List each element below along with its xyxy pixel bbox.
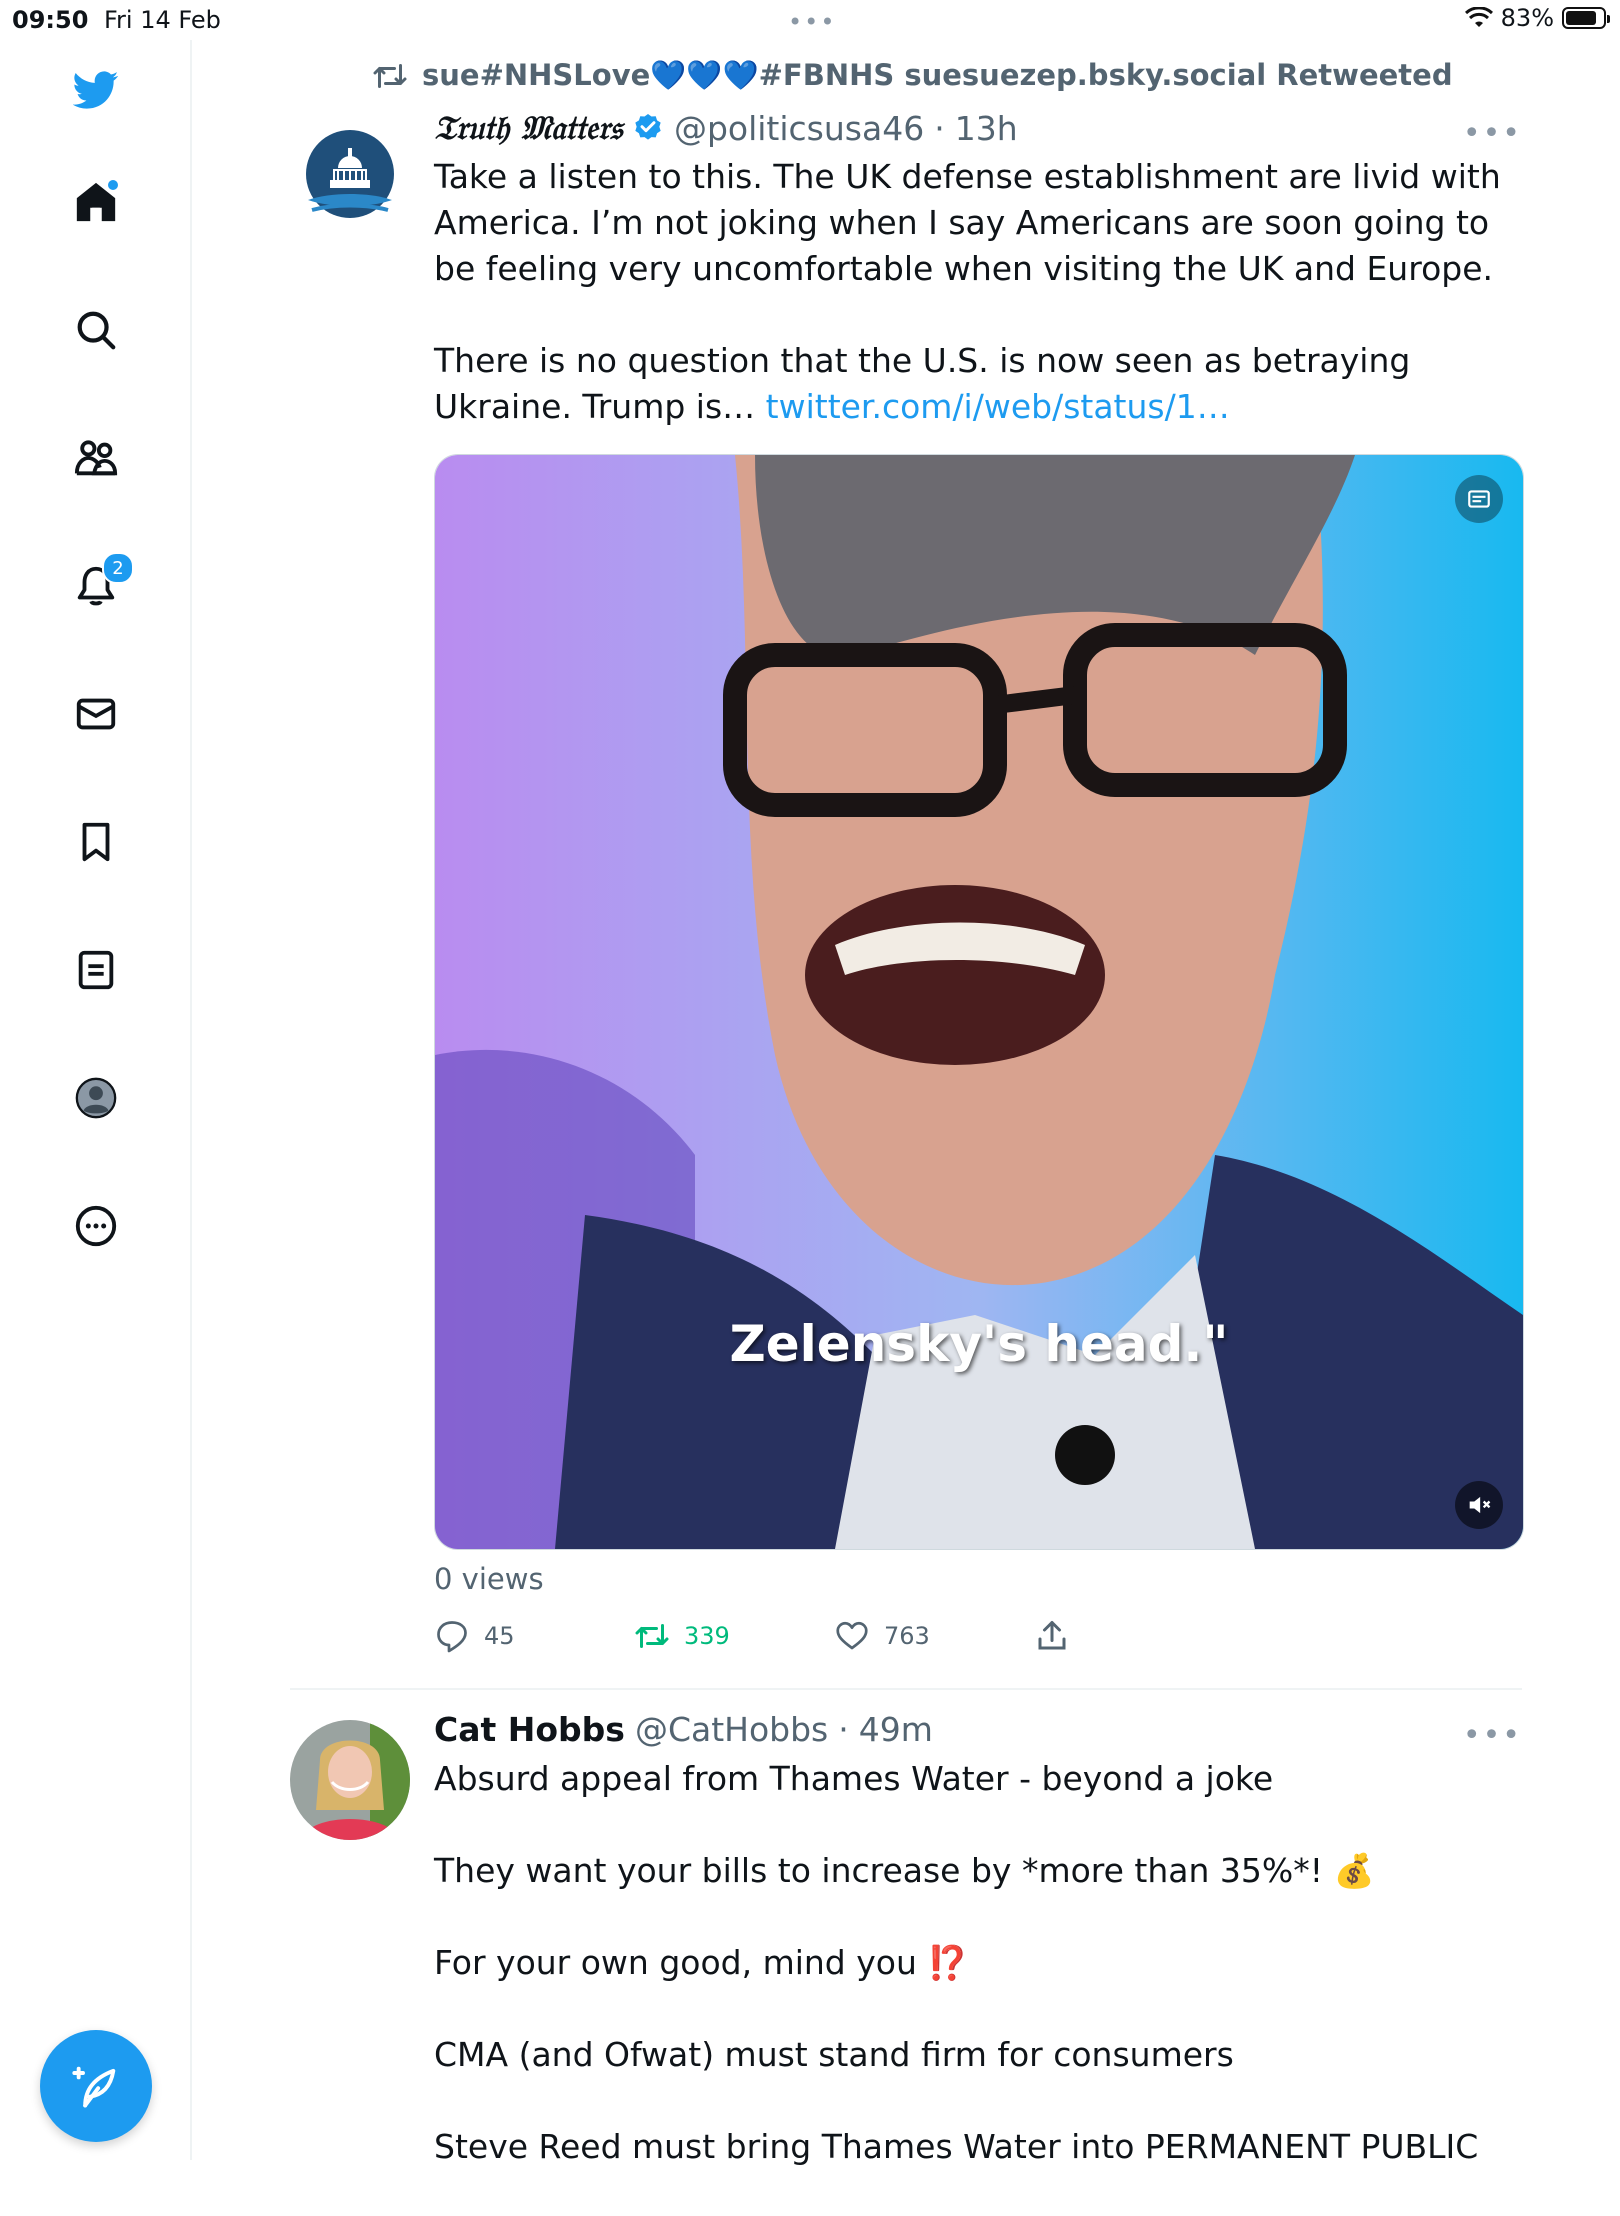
- separator-dot: ·: [934, 108, 945, 148]
- tweet-avatar[interactable]: [290, 1720, 410, 1840]
- retweet-icon: [635, 1624, 669, 1648]
- tweet-body: Take a listen to this. The UK defense es…: [434, 154, 1514, 476]
- communities-icon: [74, 440, 118, 476]
- tweet-timestamp[interactable]: 49m: [859, 1710, 933, 1749]
- timeline: sue#NHSLove💙💙💙#FBNHS suesuezep.bsky.soci…: [192, 40, 1620, 2166]
- verified-badge-icon: [635, 114, 661, 140]
- like-button[interactable]: 763: [834, 1618, 930, 1654]
- compose-tweet-button[interactable]: [40, 2030, 152, 2142]
- multitasking-dots[interactable]: •••: [788, 8, 836, 36]
- mute-icon: [1469, 1496, 1491, 1514]
- separator-dot: ·: [838, 1710, 849, 1749]
- battery-icon: [1562, 7, 1610, 29]
- retweet-label: sue#NHSLove💙💙💙#FBNHS suesuezep.bsky.soci…: [422, 58, 1453, 92]
- tweet-paragraph: For your own good, mind you ⁉️: [434, 1943, 969, 1982]
- compose-feather-icon: [72, 2066, 116, 2108]
- tweet-author-handle[interactable]: @CatHobbs: [635, 1710, 828, 1749]
- status-indicators: 83%: [1464, 4, 1610, 32]
- bookmark-icon: [82, 822, 110, 862]
- share-icon: [1038, 1621, 1066, 1650]
- sidebar-item-profile[interactable]: [64, 1066, 128, 1130]
- status-date: Fri 14 Feb: [104, 6, 221, 34]
- sidebar-item-messages[interactable]: [64, 682, 128, 746]
- tweet-author-handle[interactable]: @politicsusa46: [674, 109, 924, 148]
- twitter-logo-icon[interactable]: [64, 58, 128, 122]
- tweet-actions: 45 339 763: [434, 1618, 1522, 1662]
- tweet-body: Absurd appeal from Thames Water - beyond…: [434, 1756, 1514, 2216]
- sidebar-item-lists[interactable]: [64, 938, 128, 1002]
- sidebar-item-bookmarks[interactable]: [64, 810, 128, 874]
- tweet-link[interactable]: twitter.com/i/web/status/1…: [766, 387, 1230, 426]
- sidebar-item-more[interactable]: [64, 1194, 128, 1258]
- video-caption: Zelensky's head.": [729, 1315, 1229, 1373]
- tweet-video[interactable]: Zelensky's head.": [434, 454, 1524, 1550]
- sidebar-item-home[interactable]: [64, 170, 128, 234]
- sidebar-item-search[interactable]: [64, 298, 128, 362]
- tweet-more-button[interactable]: •••: [1463, 116, 1522, 151]
- home-new-dot: [106, 178, 120, 192]
- tweet-paragraph: CMA (and Ofwat) must stand firm for cons…: [434, 2035, 1234, 2074]
- reply-button[interactable]: 45: [434, 1618, 515, 1654]
- tweet-author-name[interactable]: Cat Hobbs: [434, 1710, 625, 1749]
- reply-count: 45: [484, 1622, 515, 1650]
- tweet-paragraph: Take a listen to this. The UK defense es…: [434, 157, 1501, 288]
- share-button[interactable]: [1034, 1618, 1070, 1654]
- tweet-paragraph: Absurd appeal from Thames Water - beyond…: [434, 1759, 1274, 1798]
- tweet-avatar[interactable]: [290, 118, 410, 238]
- heart-icon: [836, 1621, 868, 1650]
- more-circle-icon: [75, 1205, 117, 1247]
- tweet-timestamp[interactable]: 13h: [955, 109, 1018, 148]
- tweet-paragraph: There is no question that the U.S. is no…: [434, 338, 1514, 430]
- tweet-author-name[interactable]: 𝔗𝔯𝔲𝔱𝔥 𝔐𝔞𝔱𝔱𝔢𝔯𝔰: [434, 108, 622, 148]
- sidebar-item-communities[interactable]: [64, 426, 128, 490]
- mute-button[interactable]: [1455, 1481, 1503, 1529]
- notifications-badge: 2: [102, 552, 134, 584]
- capitol-logo-icon: [290, 118, 410, 238]
- like-count: 763: [884, 1622, 930, 1650]
- status-bar: 09:50 Fri 14 Feb ••• 83%: [0, 0, 1620, 40]
- search-icon: [77, 311, 116, 350]
- tweet-divider: [290, 1688, 1522, 1690]
- tweet-header: Cat Hobbs @CatHobbs · 49m: [434, 1710, 933, 1749]
- status-time: 09:50: [12, 6, 89, 34]
- sidebar-item-notifications[interactable]: 2: [64, 552, 134, 618]
- mail-icon: [76, 698, 116, 730]
- tweet-paragraph: Steve Reed must bring Thames Water into …: [434, 2127, 1479, 2166]
- user-photo-icon: [290, 1720, 410, 1840]
- retweet-count: 339: [684, 1622, 730, 1650]
- wifi-icon: [1464, 7, 1493, 27]
- tweet-header: 𝔗𝔯𝔲𝔱𝔥 𝔐𝔞𝔱𝔱𝔢𝔯𝔰 @politicsusa46 · 13h: [434, 108, 1018, 148]
- battery-percent: 83%: [1500, 4, 1554, 32]
- tweet-more-button[interactable]: •••: [1463, 1718, 1522, 1753]
- reply-icon: [437, 1621, 467, 1653]
- video-frame: [435, 455, 1523, 1549]
- profile-avatar-icon: [75, 1077, 117, 1119]
- sidebar-nav: 2: [0, 40, 192, 2160]
- tweet-paragraph: They want your bills to increase by *mor…: [434, 1851, 1375, 1890]
- view-count: 0 views: [434, 1562, 544, 1596]
- video-badge-icon[interactable]: [1455, 475, 1503, 523]
- retweet-icon: [373, 63, 407, 88]
- retweet-context[interactable]: sue#NHSLove💙💙💙#FBNHS suesuezep.bsky.soci…: [372, 58, 1453, 93]
- lists-icon: [78, 950, 114, 990]
- retweet-button[interactable]: 339: [634, 1618, 730, 1654]
